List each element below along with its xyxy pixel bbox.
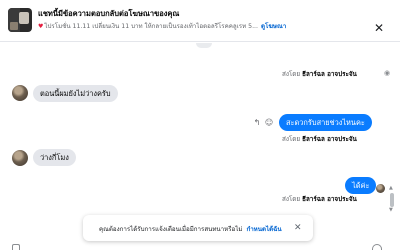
sent-by-label: ส่งโดย ธีลาร์ฉล อาจประจัน (282, 71, 357, 78)
reply-icon[interactable]: ↰ (252, 118, 262, 128)
previous-bubble-edge (196, 43, 212, 48)
chat-thread: ส่งโดย ธีลาร์ฉล อาจประจัน ◉ ตอนนี้ผมยังไ… (0, 43, 400, 250)
incoming-message[interactable]: ตอนนี้ผมยังไม่ว่างครับ (33, 85, 118, 102)
scrollbar-thumb[interactable] (390, 193, 394, 207)
attachment-icon[interactable] (12, 244, 20, 250)
ad-description: ไปรโมชั่น 11.11 เปลี่ยนเงิน 11 บาท ให้กล… (44, 23, 258, 30)
chat-header: แชทนี้มีข้อความตอบกลับต่อโฆษณาของคุณ ♥ไป… (0, 0, 400, 42)
notification-text: คุณต้องการได้รับการแจ้งเตือนเมื่อมีการสน… (99, 226, 282, 233)
message-composer (0, 243, 400, 250)
eye-icon: ◉ (384, 69, 391, 77)
emoji-icon[interactable]: ☺ (264, 118, 274, 128)
like-icon[interactable] (372, 244, 382, 250)
sent-by-label: ส่งโดย ธีลาร์ฉล อาจประจัน (282, 136, 357, 143)
outgoing-message[interactable]: สะดวกรับสายช่วงไหนคะ (279, 114, 372, 131)
notification-settings-link[interactable]: กำหนดได้ฉัน (246, 226, 281, 233)
seen-avatar (376, 184, 385, 193)
scroll-up-arrow[interactable]: ▲ (389, 185, 393, 191)
close-icon[interactable]: ✕ (294, 222, 302, 234)
avatar[interactable] (12, 150, 28, 166)
heart-icon: ♥ (38, 23, 44, 30)
outgoing-message[interactable]: ได้ค่ะ (345, 177, 377, 194)
sent-by-label: ส่งโดย ธีลาร์ฉล อาจประจัน (282, 196, 357, 203)
ad-thumbnail[interactable] (8, 8, 32, 32)
scroll-down-arrow[interactable]: ▼ (389, 207, 393, 213)
avatar[interactable] (12, 85, 28, 101)
header-title: แชทนี้มีข้อความตอบกลับต่อโฆษณาของคุณ (38, 9, 180, 18)
view-ad-link[interactable]: ดูโฆษณา (261, 23, 286, 30)
incoming-message[interactable]: ว่างกี่โมง (33, 149, 76, 166)
close-icon[interactable]: ✕ (372, 21, 386, 35)
notification-prompt: คุณต้องการได้รับการแจ้งเตือนเมื่อมีการสน… (83, 215, 313, 241)
header-subtitle: ♥ไปรโมชั่น 11.11 เปลี่ยนเงิน 11 บาท ให้ก… (38, 21, 286, 31)
